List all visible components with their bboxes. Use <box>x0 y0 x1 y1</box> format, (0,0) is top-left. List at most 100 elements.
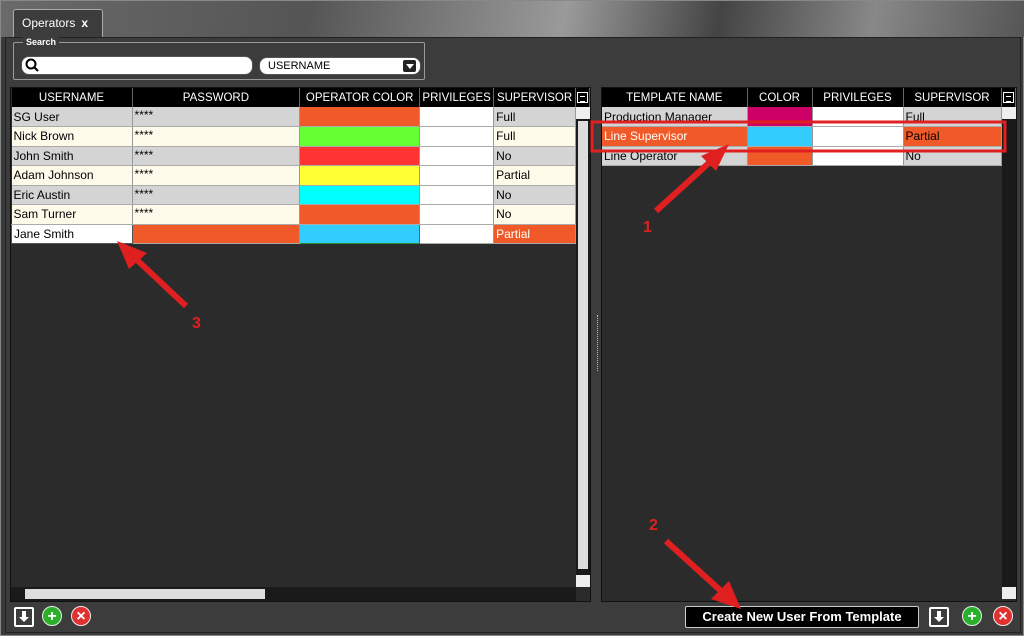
cell-privileges[interactable] <box>812 107 904 127</box>
col-supervisor[interactable]: SUPERVISOR <box>493 88 576 107</box>
col-template-name[interactable]: TEMPLATE NAME <box>602 88 748 107</box>
cell-privileges[interactable] <box>812 146 904 166</box>
scroll-down-icon[interactable] <box>576 575 590 587</box>
scroll-thumb[interactable] <box>578 121 588 569</box>
table-row[interactable]: Eric Austin **** No <box>11 185 590 205</box>
hscroll-thumb[interactable] <box>25 589 265 599</box>
cell-template-name[interactable]: Line Operator <box>602 146 748 166</box>
col-template-privileges[interactable]: PRIVILEGES <box>812 88 904 107</box>
annotation-label-2: 2 <box>649 517 658 534</box>
table-row-selected[interactable]: Line Supervisor Partial <box>602 126 1015 147</box>
tab-close-icon[interactable]: x <box>81 16 88 30</box>
annotation-label-1: 1 <box>643 219 652 236</box>
cell-color[interactable] <box>299 165 421 186</box>
cell-supervisor[interactable]: Full <box>903 107 1002 127</box>
create-user-from-template-button[interactable]: Create New User From Template <box>685 606 919 628</box>
table-row[interactable]: Adam Johnson **** Partial <box>11 165 590 186</box>
scroll-up-icon[interactable] <box>576 107 590 119</box>
table-row[interactable]: Line Operator No <box>602 146 1015 166</box>
new-supervisor-cell[interactable]: Partial <box>493 224 576 244</box>
col-operator-color[interactable]: OPERATOR COLOR <box>299 88 421 107</box>
cell-color[interactable] <box>299 204 421 225</box>
cell-username[interactable]: Eric Austin <box>11 185 133 205</box>
cell-username[interactable]: Nick Brown <box>11 126 133 147</box>
new-color-cell[interactable] <box>299 223 421 244</box>
templates-grid: TEMPLATE NAME COLOR PRIVILEGES SUPERVISO… <box>601 87 1017 602</box>
cell-supervisor[interactable]: No <box>903 146 1002 166</box>
new-operator-row[interactable]: Jane Smith Partial <box>11 223 590 244</box>
pane-splitter[interactable] <box>597 315 601 371</box>
cell-supervisor[interactable]: No <box>493 204 576 225</box>
col-username[interactable]: USERNAME <box>11 88 133 107</box>
cell-supervisor[interactable]: Partial <box>903 126 1002 147</box>
operators-hscroll[interactable] <box>11 587 576 601</box>
col-privileges[interactable]: PRIVILEGES <box>419 88 495 107</box>
templates-header-row: TEMPLATE NAME COLOR PRIVILEGES SUPERVISO… <box>602 88 1016 107</box>
cell-supervisor[interactable]: Partial <box>493 165 576 186</box>
delete-template-button[interactable]: × <box>993 606 1013 626</box>
templates-vscroll[interactable] <box>1002 107 1016 599</box>
cell-password[interactable]: **** <box>132 204 301 225</box>
cell-color[interactable] <box>299 146 421 166</box>
cell-privileges[interactable] <box>419 146 495 166</box>
cell-template-name[interactable]: Line Supervisor <box>602 126 748 147</box>
new-password-input[interactable] <box>132 224 301 244</box>
search-input[interactable] <box>21 56 253 75</box>
cell-password[interactable]: **** <box>132 185 301 205</box>
new-privileges-cell[interactable] <box>419 224 495 244</box>
col-password[interactable]: PASSWORD <box>132 88 301 107</box>
export-template-icon[interactable] <box>929 607 949 627</box>
cell-color[interactable] <box>747 146 813 166</box>
cell-privileges[interactable] <box>419 107 495 127</box>
column-chooser-icon[interactable] <box>575 88 590 107</box>
cell-color[interactable] <box>299 126 421 147</box>
cell-password[interactable]: **** <box>132 146 301 166</box>
col-template-supervisor[interactable]: SUPERVISOR <box>903 88 1002 107</box>
table-row[interactable]: Nick Brown **** Full <box>11 126 590 147</box>
cell-privileges[interactable] <box>419 126 495 147</box>
cell-supervisor[interactable]: Full <box>493 126 576 147</box>
templates-table: TEMPLATE NAME COLOR PRIVILEGES SUPERVISO… <box>602 88 1016 166</box>
cell-privileges[interactable] <box>419 165 495 186</box>
tab-operators[interactable]: Operators x <box>13 9 103 37</box>
cell-supervisor[interactable]: No <box>493 185 576 205</box>
cell-color[interactable] <box>299 185 421 205</box>
add-template-button[interactable]: + <box>962 606 982 626</box>
table-row[interactable]: Production Manager Full <box>602 107 1015 127</box>
cell-color[interactable] <box>747 126 813 147</box>
cell-privileges[interactable] <box>419 185 495 205</box>
table-row[interactable]: Sam Turner **** No <box>11 204 590 225</box>
cell-password[interactable]: **** <box>132 107 301 127</box>
search-filter-select[interactable]: USERNAME <box>259 57 421 75</box>
operators-header-row: USERNAME PASSWORD OPERATOR COLOR PRIVILE… <box>11 88 590 107</box>
operators-grid: USERNAME PASSWORD OPERATOR COLOR PRIVILE… <box>10 87 591 602</box>
search-icon <box>25 58 39 72</box>
cell-username[interactable]: SG User <box>11 107 133 127</box>
delete-operator-button[interactable]: × <box>71 606 91 626</box>
table-row[interactable]: John Smith **** No <box>11 146 590 166</box>
cell-supervisor[interactable]: Full <box>493 107 576 127</box>
operators-vscroll[interactable] <box>576 107 590 587</box>
cell-supervisor[interactable]: No <box>493 146 576 166</box>
scroll-up-icon[interactable] <box>1002 107 1016 119</box>
cell-username[interactable]: Adam Johnson <box>11 165 133 186</box>
cell-password[interactable]: **** <box>132 126 301 147</box>
tab-label: Operators <box>22 16 76 30</box>
cell-password[interactable]: **** <box>132 165 301 186</box>
cell-username[interactable]: Sam Turner <box>11 204 133 225</box>
cell-color[interactable] <box>747 107 813 127</box>
annotation-label-3: 3 <box>192 315 201 332</box>
cell-privileges[interactable] <box>419 204 495 225</box>
column-chooser-icon[interactable] <box>1001 88 1016 107</box>
table-row[interactable]: SG User **** Full <box>11 107 590 127</box>
col-color[interactable]: COLOR <box>747 88 813 107</box>
cell-template-name[interactable]: Production Manager <box>602 107 748 127</box>
cell-username[interactable]: John Smith <box>11 146 133 166</box>
scroll-down-icon[interactable] <box>1002 587 1016 599</box>
export-icon[interactable] <box>14 607 34 627</box>
chevron-down-icon[interactable] <box>403 60 416 72</box>
new-username-input[interactable]: Jane Smith <box>11 223 133 244</box>
add-operator-button[interactable]: + <box>42 606 62 626</box>
cell-privileges[interactable] <box>812 126 904 147</box>
cell-color[interactable] <box>299 107 421 127</box>
